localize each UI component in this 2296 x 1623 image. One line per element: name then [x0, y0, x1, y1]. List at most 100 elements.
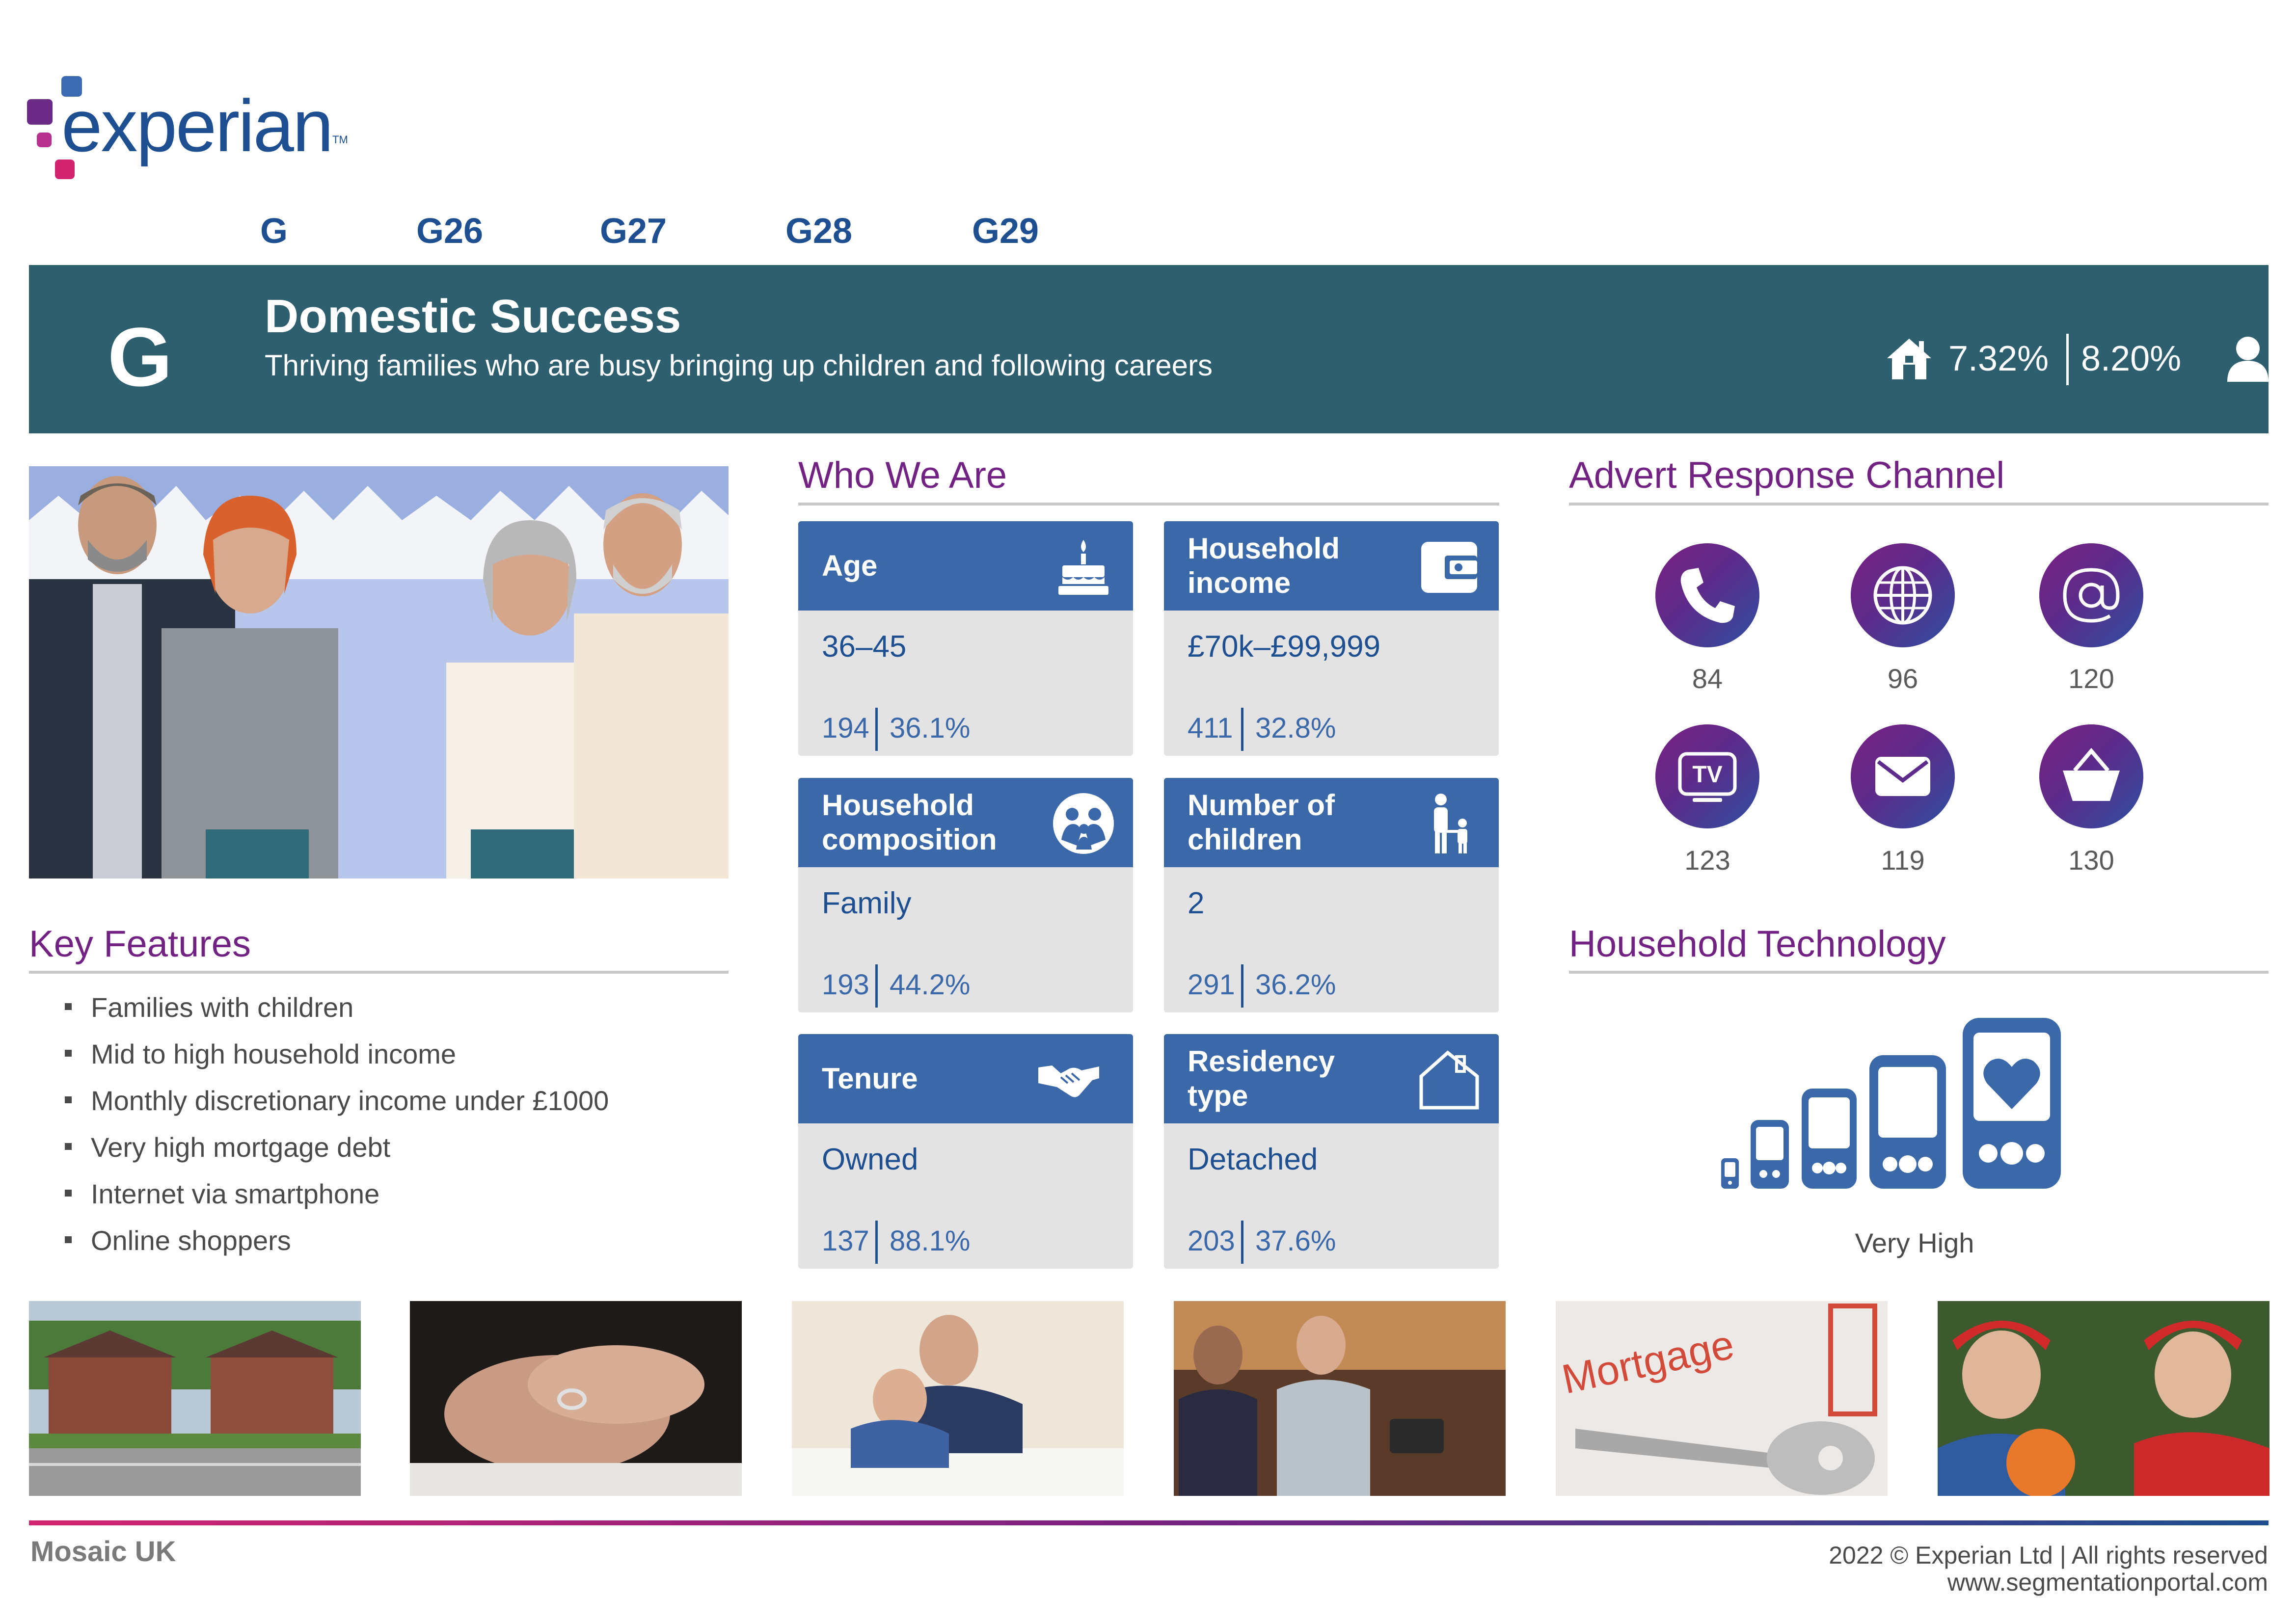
card-value: Owned: [822, 1143, 918, 1176]
who-we-are-heading: Who We Are: [798, 454, 1007, 496]
card-divider: [875, 708, 878, 751]
household-icon: [1887, 339, 1931, 379]
handshake-icon: [1038, 1065, 1099, 1097]
card-label: Age: [822, 549, 878, 582]
shopping-basket-icon: [2063, 747, 2120, 801]
card-index: 291: [1188, 969, 1235, 1001]
card-value: Family: [822, 886, 912, 920]
mortgage-keys-photo: Mortgage: [1556, 1301, 1888, 1496]
person-icon: [2227, 337, 2269, 382]
households-percentage: 7.32%: [1948, 339, 2049, 378]
bullet: [65, 1236, 72, 1243]
logo-dot: [37, 133, 52, 147]
web-channel: [1851, 543, 1955, 647]
bullet: [65, 1050, 72, 1057]
tv-channel-index: 123: [1684, 845, 1730, 876]
mail-channel: [1851, 724, 1955, 828]
card-percentage: 88.1%: [890, 1225, 971, 1257]
tab-g26[interactable]: G26: [416, 211, 483, 251]
card-label: Household income: [1188, 532, 1340, 599]
card-value: £70k–£99,999: [1188, 630, 1381, 664]
card-divider: [875, 1221, 878, 1264]
card-percentage: 36.2%: [1255, 969, 1336, 1001]
card-index: 203: [1188, 1225, 1235, 1257]
household-tech-heading: Household Technology: [1569, 923, 1946, 965]
list-item: Mid to high household income: [59, 1038, 736, 1085]
card-header: Number of children: [1164, 778, 1499, 867]
list-item: Very high mortgage debt: [59, 1131, 736, 1178]
tech-level-4: [1869, 1055, 1946, 1189]
experian-logo: experian TM: [27, 74, 371, 186]
copyright-text: 2022 © Experian Ltd | All rights reserve…: [1829, 1542, 2268, 1569]
bullet: [65, 1096, 72, 1103]
logo-dot: [27, 99, 53, 125]
tech-level-5: [1963, 1018, 2061, 1189]
bullet: [65, 1003, 72, 1010]
father-son-homework-photo: [792, 1301, 1124, 1496]
card-payment-photo: [1174, 1301, 1506, 1496]
card-residency-type: Residency type Detached 203 37.6%: [1164, 1034, 1499, 1269]
logo-wordmark: experian: [61, 84, 333, 167]
feature-text: Very high mortgage debt: [91, 1132, 391, 1163]
group-banner: G Domestic Success Thriving families who…: [29, 265, 2269, 433]
card-value: 36–45: [822, 630, 907, 664]
envelope-icon: [1875, 757, 1930, 796]
card-label: Tenure: [822, 1062, 918, 1095]
card-age: Age 36–45 194 36.1%: [798, 521, 1133, 756]
card-percentage: 36.1%: [890, 712, 971, 744]
card-percentage: 32.8%: [1255, 712, 1336, 744]
phone-channel-index: 84: [1692, 663, 1723, 694]
feature-text: Online shoppers: [91, 1225, 291, 1256]
group-title: Domestic Success: [265, 290, 681, 343]
tab-g29[interactable]: G29: [972, 211, 1039, 251]
key-features-list: Families with children Mid to high house…: [59, 991, 736, 1271]
key-features-heading: Key Features: [29, 923, 251, 965]
tab-g[interactable]: G: [260, 211, 288, 251]
population-percentage: 8.20%: [2081, 339, 2182, 378]
card-percentage: 44.2%: [890, 969, 971, 1001]
boys-football-photo: [1938, 1301, 2269, 1496]
bullet: [65, 1190, 72, 1197]
tv-icon: TV: [1678, 752, 1737, 802]
house-outline-icon: [1419, 1050, 1479, 1110]
portal-url[interactable]: www.segmentationportal.com: [1473, 1568, 2268, 1596]
globe-icon: [1873, 566, 1932, 625]
tech-level-2: [1751, 1120, 1789, 1189]
card-header: Household income: [1164, 521, 1499, 611]
card-value: 2: [1188, 886, 1205, 920]
product-name: Mosaic UK: [30, 1536, 176, 1568]
houses-photo: [29, 1301, 361, 1496]
bullet: [65, 1143, 72, 1150]
card-percentage: 37.6%: [1255, 1225, 1336, 1257]
phone-channel: [1655, 543, 1759, 647]
tech-level-1: [1721, 1158, 1739, 1189]
feature-text: Families with children: [91, 992, 354, 1023]
tab-g28[interactable]: G28: [785, 211, 852, 251]
card-divider: [1241, 708, 1243, 751]
card-household-income: Household income £70k–£99,999 411 32.8%: [1164, 521, 1499, 756]
tv-channel: TV: [1655, 724, 1759, 828]
logo-trademark: TM: [332, 133, 348, 146]
card-header: Residency type: [1164, 1034, 1499, 1123]
card-divider: [1241, 964, 1243, 1008]
tab-g27[interactable]: G27: [600, 211, 667, 251]
card-label: Household composition: [822, 789, 997, 856]
card-label: Number of children: [1188, 789, 1335, 856]
card-value: Detached: [1188, 1143, 1318, 1176]
shopping-channel-index: 130: [2068, 845, 2114, 876]
list-item: Internet via smartphone: [59, 1178, 736, 1224]
card-tenure: Tenure Owned 137 88.1%: [798, 1034, 1133, 1269]
card-divider: [1241, 1221, 1243, 1264]
card-header: Age: [798, 521, 1133, 611]
family-illustration: [29, 466, 729, 878]
birthday-cake-icon: [1058, 540, 1108, 595]
wallet-icon: [1421, 542, 1477, 593]
list-item: Families with children: [59, 991, 736, 1038]
card-divider: [875, 964, 878, 1008]
family-icon: [1053, 793, 1114, 854]
card-household-composition: Household composition Family 193 44.2%: [798, 778, 1133, 1012]
card-index: 194: [822, 712, 869, 744]
phone-icon: [1680, 568, 1735, 623]
footer-gradient-rule: [29, 1520, 2269, 1525]
card-index: 193: [822, 969, 869, 1001]
